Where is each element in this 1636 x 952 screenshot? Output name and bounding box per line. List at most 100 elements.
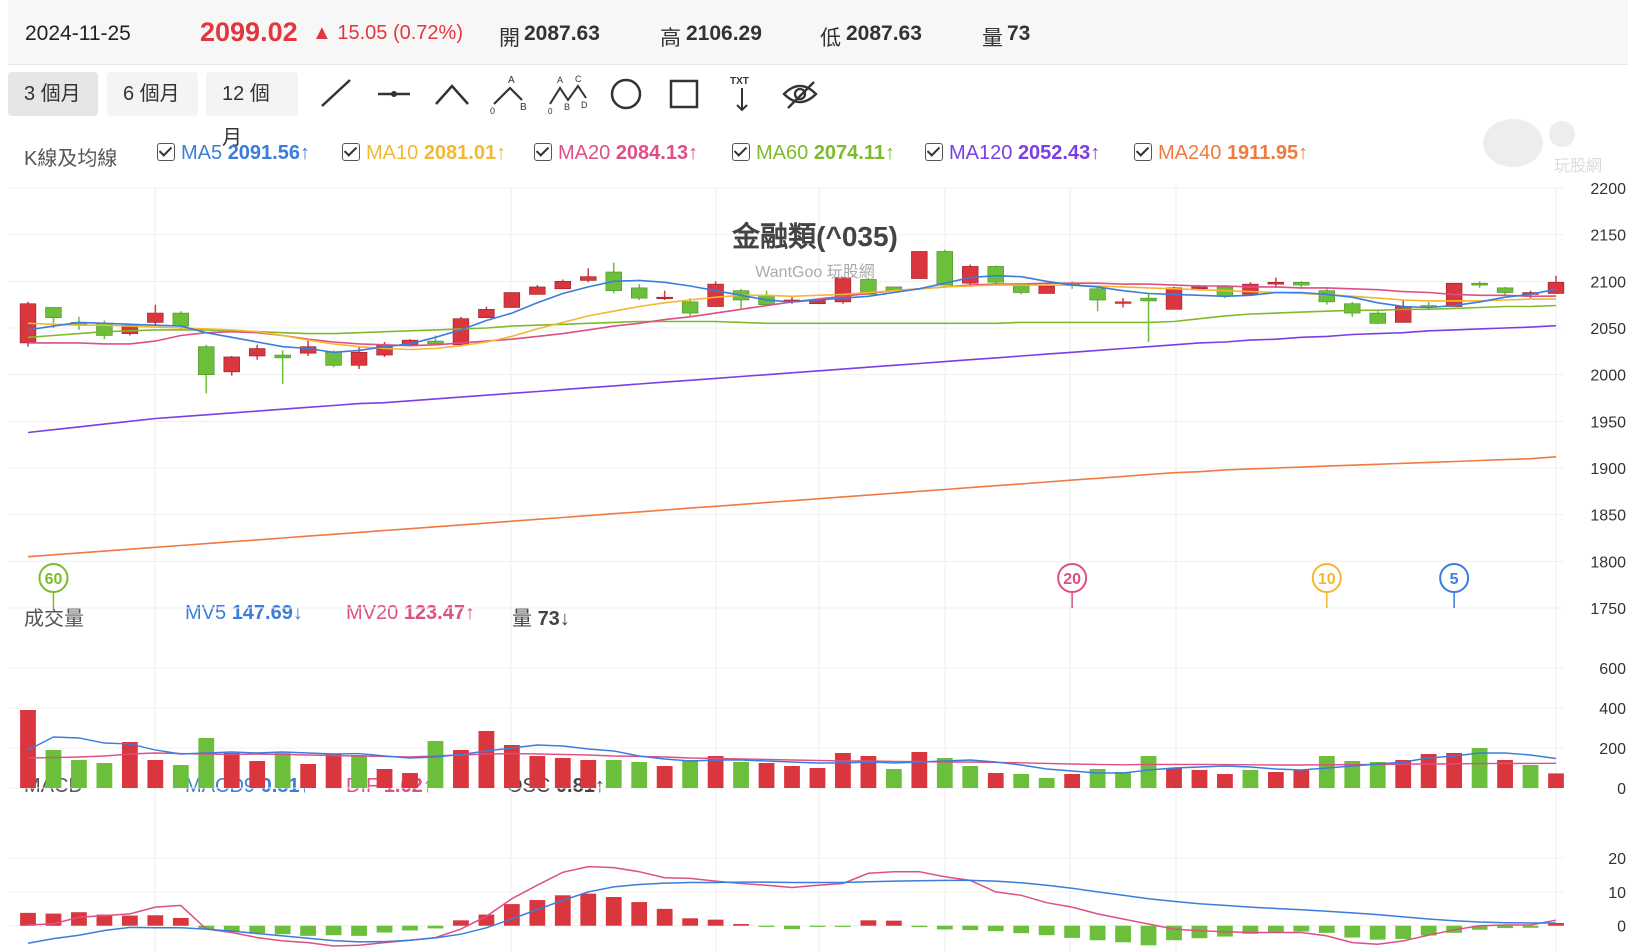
candle xyxy=(707,281,724,307)
ma-marker-10: 10 xyxy=(1311,563,1342,608)
candle xyxy=(1089,286,1106,312)
volume-bar xyxy=(656,766,673,788)
osc-bar xyxy=(1064,925,1081,938)
volume-bar xyxy=(1497,760,1513,788)
volume-bar xyxy=(172,765,189,788)
volume-bar xyxy=(758,763,775,788)
price-tick-label: 1750 xyxy=(1590,601,1626,618)
candle-body xyxy=(223,356,240,373)
volume-panel xyxy=(20,710,1564,788)
volume-bar xyxy=(885,769,902,788)
volume-bar xyxy=(1013,774,1030,788)
volume-bar xyxy=(987,773,1004,788)
candle xyxy=(1344,301,1361,317)
osc-bar xyxy=(249,925,266,934)
candle xyxy=(478,306,495,319)
osc-bar xyxy=(656,908,673,926)
ma-marker-5: 5 xyxy=(1439,563,1470,608)
candle-body xyxy=(350,351,368,366)
osc-bar xyxy=(453,920,469,926)
candle-body xyxy=(1114,301,1132,304)
candle xyxy=(223,356,240,376)
osc-bar xyxy=(1191,925,1208,939)
candle-body xyxy=(147,312,164,323)
osc-bar xyxy=(1369,925,1386,940)
candle xyxy=(1369,311,1386,325)
osc-bar xyxy=(809,925,826,927)
chart-title: 金融類(^035) xyxy=(731,220,898,252)
volume-bar xyxy=(1217,774,1233,788)
volume-bar xyxy=(835,753,851,788)
volume-bar xyxy=(1191,770,1208,788)
volume-bar xyxy=(1446,753,1463,788)
candle-body xyxy=(1165,287,1183,310)
volume-bar xyxy=(1318,756,1335,788)
osc-bar xyxy=(1038,925,1055,936)
osc-bar xyxy=(121,915,138,926)
price-axis: 2200215021002050200019501900185018001750… xyxy=(1590,181,1626,936)
osc-bar xyxy=(325,925,342,936)
ma-marker-label: 5 xyxy=(1450,571,1459,588)
candle-body xyxy=(1191,286,1208,290)
volume-bar xyxy=(376,769,393,788)
ma240-line xyxy=(27,456,1557,558)
candle xyxy=(249,344,266,360)
candle xyxy=(732,288,750,310)
stock-chart[interactable]: 60 20 10 5 22002150210020502000195019001850… xyxy=(0,0,1636,952)
osc-bar xyxy=(1395,925,1412,939)
candle xyxy=(1140,293,1157,342)
volume-bar xyxy=(631,762,648,788)
candle-body xyxy=(1089,288,1106,301)
volume-bar xyxy=(351,755,367,788)
price-tick-label: 1800 xyxy=(1590,554,1626,571)
volume-bar xyxy=(1166,768,1182,788)
price-tick-label: 1850 xyxy=(1590,508,1626,525)
candle-body xyxy=(45,307,62,319)
ma-marker-label: 20 xyxy=(1063,571,1081,588)
candle-body xyxy=(656,296,673,300)
candle-body xyxy=(274,354,291,359)
volume-bar xyxy=(809,768,826,788)
osc-bar xyxy=(147,915,164,926)
price-tick-label: 2000 xyxy=(1590,368,1626,385)
candle-body xyxy=(172,312,189,327)
ma-marker-20: 20 xyxy=(1057,563,1088,608)
candle xyxy=(529,285,546,295)
volume-bar xyxy=(1522,765,1539,788)
chart-watermark: WantGoo 玩股網 xyxy=(755,263,874,281)
candle-body xyxy=(554,281,571,290)
osc-bar xyxy=(1089,925,1106,941)
volume-bar xyxy=(1038,778,1055,788)
candle xyxy=(834,277,852,304)
osc-bar xyxy=(962,925,979,931)
candle-body xyxy=(1318,290,1335,303)
candle xyxy=(1496,286,1514,296)
osc-bar xyxy=(427,925,444,929)
osc-bar xyxy=(1344,925,1361,938)
candle-body xyxy=(529,286,546,295)
candle xyxy=(503,292,521,308)
macd-panel xyxy=(20,865,1564,947)
osc-bar xyxy=(1293,925,1310,932)
osc-bar xyxy=(1522,925,1539,928)
osc-bar xyxy=(605,897,622,926)
volume-bar xyxy=(402,773,418,788)
volume-bar xyxy=(147,760,164,788)
candle-body xyxy=(1038,285,1055,294)
osc-bar xyxy=(20,912,36,926)
candle-body xyxy=(1013,284,1030,293)
volume-bar xyxy=(96,763,113,788)
volume-tick-label: 600 xyxy=(1599,661,1626,678)
candle xyxy=(1114,298,1132,308)
price-tick-label: 2050 xyxy=(1590,321,1626,338)
osc-bar xyxy=(936,925,953,930)
volume-bar xyxy=(962,766,979,788)
osc-bar xyxy=(172,917,189,926)
volume-bar xyxy=(1293,770,1310,788)
osc-bar xyxy=(911,925,928,928)
volume-bar xyxy=(1369,762,1386,788)
volume-bar xyxy=(45,750,62,788)
candle-body xyxy=(249,348,266,357)
osc-bar xyxy=(682,918,699,926)
macd-tick-label: 10 xyxy=(1608,885,1626,902)
